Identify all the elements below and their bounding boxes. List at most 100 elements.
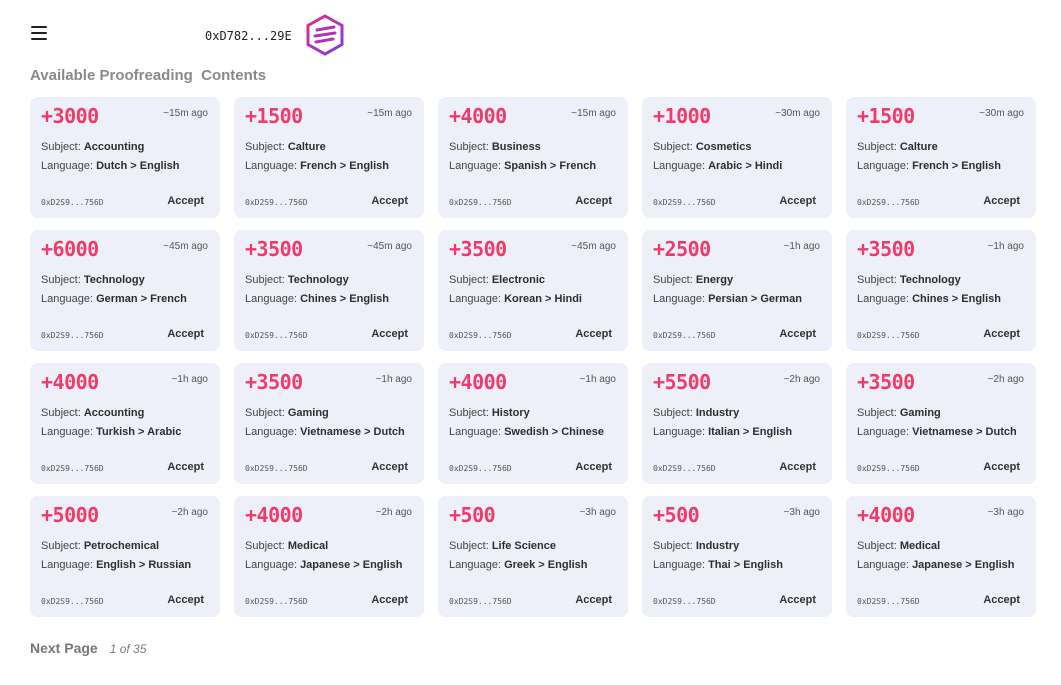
subject-label: Subject: bbox=[449, 540, 492, 552]
hexagon-logo-icon[interactable] bbox=[304, 14, 346, 56]
accept-button[interactable]: Accept bbox=[167, 594, 204, 606]
content-card: +3500 ~1h ago Subject: Gaming Language: Vie… bbox=[234, 363, 424, 484]
accept-button[interactable]: Accept bbox=[167, 328, 204, 340]
posted-time: ~2h ago bbox=[171, 507, 208, 518]
accept-button[interactable]: Accept bbox=[371, 594, 408, 606]
subject-line: Subject: Technology bbox=[857, 274, 961, 286]
subject-label: Subject: bbox=[245, 540, 288, 552]
content-card: +6000 ~45m ago Subject: Technology Language… bbox=[30, 230, 220, 351]
posted-time: ~15m ago bbox=[163, 108, 208, 119]
language-label: Language: bbox=[245, 426, 301, 438]
language-value: Thai > English bbox=[708, 559, 783, 571]
owner-address: 0xD2S9...756D bbox=[449, 464, 512, 473]
language-value: Chines > English bbox=[912, 293, 1001, 305]
language-value: Swedish > Chinese bbox=[504, 426, 605, 438]
subject-line: Subject: History bbox=[449, 407, 530, 419]
subject-line: Subject: Technology bbox=[245, 274, 349, 286]
accept-button[interactable]: Accept bbox=[779, 461, 816, 473]
subject-value: Technology bbox=[287, 274, 349, 286]
accept-button[interactable]: Accept bbox=[983, 328, 1020, 340]
accept-button[interactable]: Accept bbox=[575, 328, 612, 340]
subject-value: Industry bbox=[695, 540, 740, 552]
wallet-address[interactable]: 0xD782...29E bbox=[205, 29, 292, 43]
owner-address: 0xD2S9...756D bbox=[653, 464, 716, 473]
content-card: +4000 ~1h ago Subject: History Language: Sw… bbox=[438, 363, 628, 484]
owner-address: 0xD2S9...756D bbox=[449, 597, 512, 606]
language-line: Language: Vietnamese > Dutch bbox=[857, 426, 1017, 438]
posted-time: ~45m ago bbox=[571, 241, 616, 252]
language-label: Language: bbox=[41, 426, 97, 438]
accept-button[interactable]: Accept bbox=[983, 195, 1020, 207]
content-card: +1000 ~30m ago Subject: Cosmetics Language:… bbox=[642, 97, 832, 218]
subject-line: Subject: Cosmetics bbox=[653, 141, 751, 153]
language-label: Language: bbox=[653, 426, 709, 438]
posted-time: ~45m ago bbox=[163, 241, 208, 252]
language-label: Language: bbox=[245, 293, 301, 305]
language-line: Language: French > English bbox=[857, 160, 1001, 172]
language-value: Spanish > French bbox=[504, 160, 597, 172]
language-value: Japanese > English bbox=[300, 559, 403, 571]
subject-label: Subject: bbox=[857, 407, 900, 419]
subject-value: Life Science bbox=[491, 540, 557, 552]
posted-time: ~3h ago bbox=[987, 507, 1024, 518]
subject-label: Subject: bbox=[449, 274, 492, 286]
subject-line: Subject: Calture bbox=[857, 141, 938, 153]
accept-button[interactable]: Accept bbox=[371, 195, 408, 207]
language-label: Language: bbox=[449, 426, 505, 438]
posted-time: ~1h ago bbox=[783, 241, 820, 252]
language-value: English > Russian bbox=[96, 559, 192, 571]
accept-button[interactable]: Accept bbox=[575, 594, 612, 606]
subject-label: Subject: bbox=[449, 141, 492, 153]
owner-address: 0xD2S9...756D bbox=[653, 597, 716, 606]
subject-line: Subject: Technology bbox=[41, 274, 145, 286]
language-label: Language: bbox=[41, 293, 97, 305]
reward-amount: +4000 bbox=[245, 503, 303, 527]
posted-time: ~2h ago bbox=[987, 374, 1024, 385]
language-label: Language: bbox=[857, 293, 913, 305]
reward-amount: +3500 bbox=[245, 370, 303, 394]
reward-amount: +6000 bbox=[41, 237, 99, 261]
posted-time: ~3h ago bbox=[783, 507, 820, 518]
accept-button[interactable]: Accept bbox=[779, 594, 816, 606]
subject-line: Subject: Medical bbox=[245, 540, 328, 552]
accept-button[interactable]: Accept bbox=[779, 328, 816, 340]
language-line: Language: Spanish > French bbox=[449, 160, 596, 172]
accept-button[interactable]: Accept bbox=[167, 461, 204, 473]
accept-button[interactable]: Accept bbox=[983, 594, 1020, 606]
posted-time: ~1h ago bbox=[987, 241, 1024, 252]
language-label: Language: bbox=[245, 559, 301, 571]
accept-button[interactable]: Accept bbox=[983, 461, 1020, 473]
subject-line: Subject: Gaming bbox=[857, 407, 941, 419]
accept-button[interactable]: Accept bbox=[575, 195, 612, 207]
accept-button[interactable]: Accept bbox=[371, 461, 408, 473]
content-card: +500 ~3h ago Subject: Life Science Language… bbox=[438, 496, 628, 617]
language-label: Language: bbox=[857, 160, 913, 172]
reward-amount: +3500 bbox=[857, 370, 915, 394]
reward-amount: +4000 bbox=[449, 370, 507, 394]
accept-button[interactable]: Accept bbox=[575, 461, 612, 473]
posted-time: ~45m ago bbox=[367, 241, 412, 252]
subject-value: Accounting bbox=[83, 141, 145, 153]
accept-button[interactable]: Accept bbox=[167, 195, 204, 207]
content-card: +4000 ~3h ago Subject: Medical Language: Ja… bbox=[846, 496, 1036, 617]
reward-amount: +3500 bbox=[449, 237, 507, 261]
subject-label: Subject: bbox=[857, 274, 900, 286]
language-value: Turkish > Arabic bbox=[96, 426, 182, 438]
subject-line: Subject: Petrochemical bbox=[41, 540, 159, 552]
reward-amount: +1500 bbox=[857, 104, 915, 128]
accept-button[interactable]: Accept bbox=[779, 195, 816, 207]
language-line: Language: English > Russian bbox=[41, 559, 191, 571]
reward-amount: +4000 bbox=[449, 104, 507, 128]
next-page-button[interactable]: Next Page bbox=[30, 640, 98, 656]
owner-address: 0xD2S9...756D bbox=[41, 331, 104, 340]
language-value: Greek > English bbox=[504, 559, 588, 571]
content-card: +4000 ~15m ago Subject: Business Language: … bbox=[438, 97, 628, 218]
language-value: Japanese > English bbox=[912, 559, 1015, 571]
hamburger-menu-icon[interactable] bbox=[31, 26, 47, 40]
subject-line: Subject: Calture bbox=[245, 141, 326, 153]
language-line: Language: Dutch > English bbox=[41, 160, 180, 172]
accept-button[interactable]: Accept bbox=[371, 328, 408, 340]
language-line: Language: Turkish > Arabic bbox=[41, 426, 181, 438]
posted-time: ~15m ago bbox=[571, 108, 616, 119]
content-card: +5000 ~2h ago Subject: Petrochemical Langua… bbox=[30, 496, 220, 617]
